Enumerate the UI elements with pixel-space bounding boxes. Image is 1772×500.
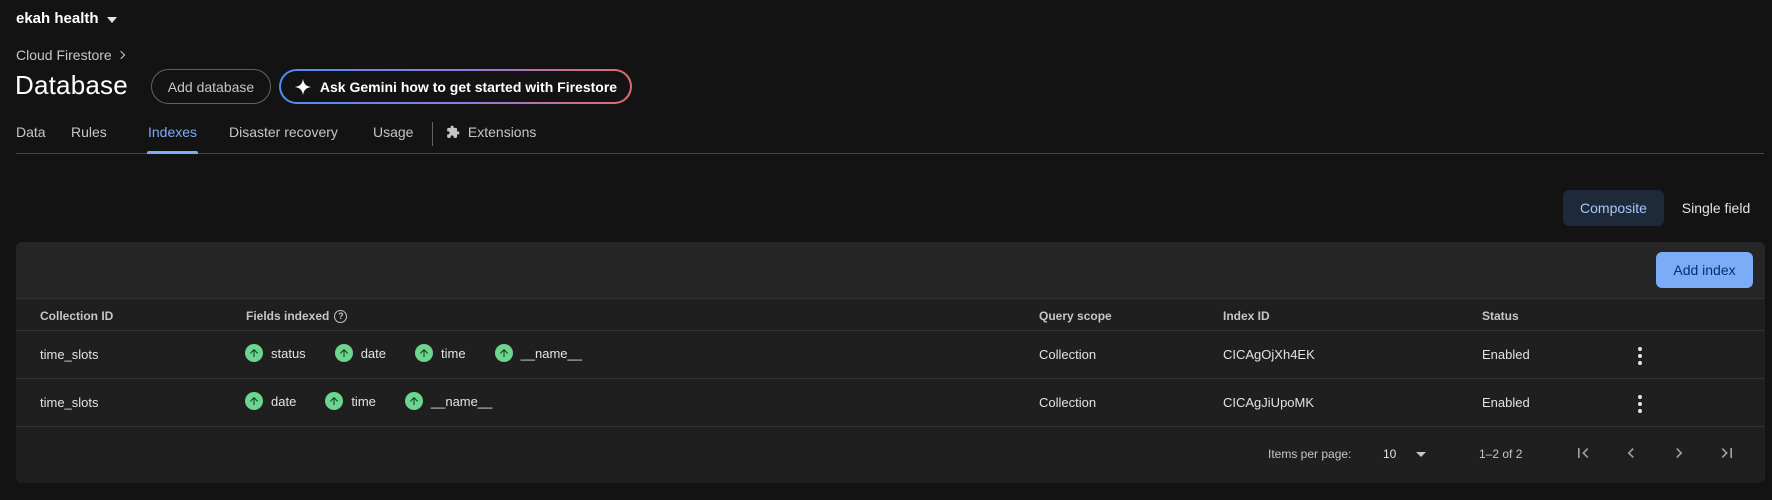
indexed-field: time (325, 392, 376, 410)
column-header-label: Query scope (1039, 309, 1112, 323)
status-cell: Enabled (1482, 395, 1530, 410)
add-database-button[interactable]: Add database (151, 69, 271, 104)
single-field-toggle[interactable]: Single field (1666, 190, 1766, 226)
tab-extensions[interactable]: Extensions (446, 124, 536, 140)
column-header-label: Fields indexed (246, 309, 330, 323)
add-index-button[interactable]: Add index (1656, 252, 1753, 288)
arrow-up-icon (325, 392, 344, 410)
indexed-field: status (245, 344, 306, 362)
more-vert-icon[interactable] (1630, 346, 1650, 366)
status-cell: Enabled (1482, 347, 1530, 362)
last-page-icon[interactable] (1715, 441, 1739, 465)
column-header-index-id: Index ID (1223, 309, 1270, 323)
tab-bar: Data Rules Indexes Disaster recovery Usa… (16, 114, 1764, 154)
arrow-up-icon (415, 344, 433, 362)
breadcrumb[interactable]: Cloud Firestore (16, 47, 125, 63)
fields-indexed-cell: status date time __name__ (245, 344, 611, 362)
tab-rules[interactable]: Rules (71, 124, 107, 140)
column-header-fields-indexed: Fields indexed ? (246, 309, 348, 323)
collection-id-cell: time_slots (40, 347, 99, 362)
project-name: ekah health (16, 10, 99, 27)
chevron-down-icon (106, 16, 117, 23)
index-id-cell: CICAgJiUpoMK (1223, 395, 1315, 410)
column-header-label: Collection ID (40, 309, 114, 323)
more-vert-icon[interactable] (1630, 394, 1650, 414)
query-scope-cell: Collection (1039, 395, 1097, 410)
tab-divider (432, 122, 433, 146)
index-id-cell: CICAgOjXh4EK (1223, 347, 1315, 362)
tab-extensions-label: Extensions (467, 124, 537, 140)
help-icon[interactable]: ? (334, 309, 348, 323)
next-page-icon[interactable] (1667, 441, 1691, 465)
table-row: time_slots date time __name__ Collection… (16, 379, 1765, 427)
firestore-indexes-page: ekah health Cloud Firestore Database Add… (0, 0, 1772, 500)
items-per-page-label: Items per page: (1268, 447, 1352, 461)
page-range: 1–2 of 2 (1479, 447, 1523, 461)
indexed-field: __name__ (404, 392, 493, 410)
pagination: Items per page: 10 1–2 of 2 (16, 427, 1765, 483)
chevron-right-icon (116, 50, 125, 60)
composite-toggle[interactable]: Composite (1563, 190, 1664, 226)
page-title: Database (15, 70, 128, 100)
indexed-field: date (334, 344, 386, 362)
field-name: date (360, 345, 386, 361)
indexed-field: __name__ (494, 344, 583, 362)
field-name: __name__ (520, 345, 583, 361)
extensions-icon (447, 125, 460, 138)
project-selector[interactable]: ekah health (16, 10, 117, 27)
column-header-query-scope: Query scope (1039, 309, 1112, 323)
table-header: Collection ID Fields indexed ? Query sco… (16, 298, 1765, 331)
field-name: date (271, 393, 297, 409)
arrow-up-icon (245, 344, 263, 362)
fields-indexed-cell: date time __name__ (245, 392, 521, 410)
breadcrumb-label: Cloud Firestore (16, 47, 112, 63)
field-name: time (441, 345, 466, 361)
prev-page-icon[interactable] (1619, 441, 1643, 465)
arrow-up-icon (334, 344, 353, 362)
items-per-page-value: 10 (1383, 447, 1397, 461)
arrow-up-icon (494, 344, 513, 362)
chevron-down-icon (1416, 451, 1427, 457)
column-header-status: Status (1482, 309, 1519, 323)
tab-indexes[interactable]: Indexes (148, 124, 197, 140)
indexes-card: Add index Collection ID Fields indexed ?… (16, 242, 1765, 483)
field-name: status (271, 345, 306, 361)
column-header-collection-id: Collection ID (40, 309, 113, 323)
ask-gemini-button[interactable]: Ask Gemini how to get started with Fires… (279, 69, 632, 104)
query-scope-cell: Collection (1039, 347, 1097, 362)
tab-disaster-recovery[interactable]: Disaster recovery (229, 124, 338, 140)
collection-id-cell: time_slots (40, 395, 99, 410)
tab-usage[interactable]: Usage (373, 124, 413, 140)
table-toolbar: Add index (16, 242, 1765, 298)
arrow-up-icon (404, 392, 423, 410)
ask-gemini-label: Ask Gemini how to get started with Fires… (319, 78, 618, 95)
active-tab-indicator (147, 151, 198, 154)
arrow-up-icon (245, 392, 263, 410)
column-header-label: Index ID (1223, 309, 1270, 323)
first-page-icon[interactable] (1571, 441, 1595, 465)
table-row: time_slots status date time __name__ Col… (16, 331, 1765, 379)
field-name: time (351, 393, 376, 409)
tab-data[interactable]: Data (16, 124, 46, 140)
sparkle-icon (294, 78, 312, 95)
field-name: __name__ (430, 393, 493, 409)
indexed-field: date (245, 392, 296, 410)
indexed-field: time (415, 344, 466, 362)
column-header-label: Status (1482, 309, 1519, 323)
items-per-page-select[interactable]: 10 (1383, 441, 1446, 467)
